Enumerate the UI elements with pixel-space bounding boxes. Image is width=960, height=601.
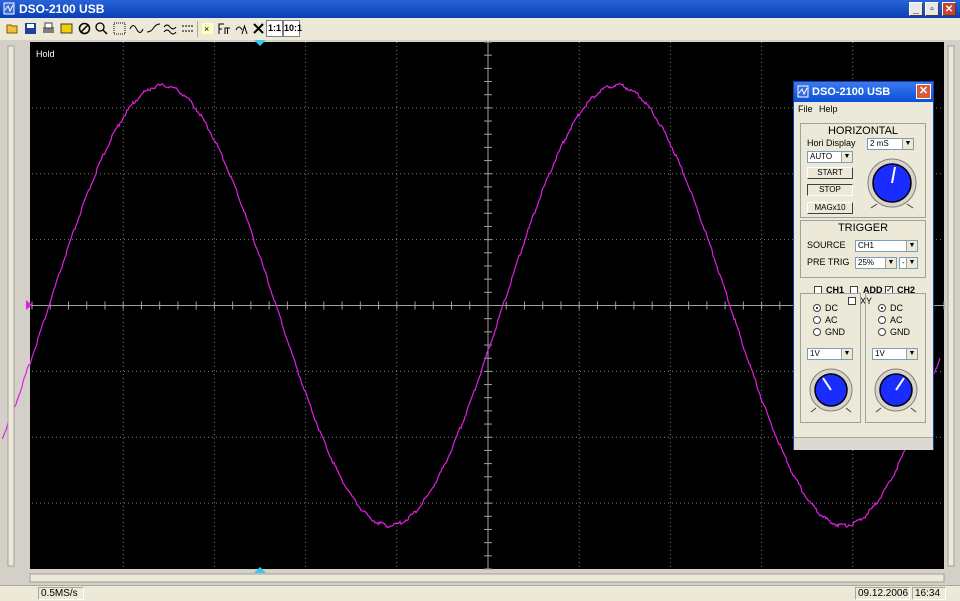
close-button[interactable]: ✕ xyxy=(942,2,956,16)
chevron-down-icon: ▼ xyxy=(841,349,852,359)
ch1-group: DC AC GND 1V ▼ xyxy=(800,293,861,423)
stop-button[interactable]: STOP xyxy=(807,184,853,196)
ch2-volts-select[interactable]: 1V ▼ xyxy=(872,348,918,360)
title-bar: DSO-2100 USB _ ▫ ✕ xyxy=(0,0,960,18)
trigger-group: TRIGGER SOURCE CH1 ▼ PRE TRIG 25% ▼ - ▼ xyxy=(800,220,926,278)
save-icon[interactable] xyxy=(22,20,39,37)
chevron-down-icon: ▼ xyxy=(902,139,913,149)
panel-menu-bar: File Help xyxy=(794,102,933,116)
sample-rate: 0.5MS/s xyxy=(38,587,84,600)
control-panel[interactable]: DSO-2100 USB ✕ File Help HORIZONTAL Hori… xyxy=(793,81,934,450)
trigger-source-select[interactable]: CH1 ▼ xyxy=(855,240,918,252)
ch2-gnd-label: GND xyxy=(890,327,910,337)
ch1-ac-label: AC xyxy=(825,315,838,325)
status-time: 16:34 xyxy=(912,587,946,600)
panel-title: DSO-2100 USB xyxy=(812,86,891,98)
pretrig-label: PRE TRIG xyxy=(807,257,850,267)
svg-text:×: × xyxy=(204,24,209,34)
status-date: 09.12.2006 xyxy=(855,587,910,600)
menu-help[interactable]: Help xyxy=(819,104,838,114)
hori-mode-select[interactable]: AUTO ▼ xyxy=(807,151,853,163)
toolbar: × 1:1 10:1 xyxy=(0,18,960,41)
left-scroll-rail[interactable] xyxy=(7,45,15,567)
timebase-knob[interactable] xyxy=(865,156,919,210)
cursor-icon[interactable] xyxy=(179,20,196,37)
ch1-volts-knob[interactable] xyxy=(807,366,855,414)
hold-label: Hold xyxy=(36,49,55,59)
chevron-down-icon: ▼ xyxy=(885,258,896,268)
ch1-dc-label: DC xyxy=(825,303,838,313)
status-bar: 0.5MS/s 09.12.2006 16:34 xyxy=(0,585,960,601)
source-label: SOURCE xyxy=(807,240,846,250)
bottom-scroll-rail[interactable] xyxy=(29,573,945,583)
horizontal-group: HORIZONTAL Hori Display 2 mS ▼ AUTO ▼ STAR… xyxy=(800,123,926,218)
ch2-dc-radio[interactable] xyxy=(878,304,886,312)
horizontal-title: HORIZONTAL xyxy=(827,125,899,137)
chevron-down-icon: ▼ xyxy=(906,241,917,251)
ch1-volts-select[interactable]: 1V ▼ xyxy=(807,348,853,360)
hori-display-label: Hori Display xyxy=(807,138,856,148)
measure-icon[interactable]: × xyxy=(199,20,216,37)
minimize-button[interactable]: _ xyxy=(909,2,923,16)
probe-1x-button[interactable]: 1:1 xyxy=(266,20,283,37)
stop-icon[interactable] xyxy=(76,20,93,37)
panel-title-bar[interactable]: DSO-2100 USB ✕ xyxy=(794,82,933,102)
start-button[interactable]: START xyxy=(807,167,853,179)
probe-10x-button[interactable]: 10:1 xyxy=(283,20,302,37)
app-icon xyxy=(797,85,809,98)
ch1-ac-radio[interactable] xyxy=(813,316,821,324)
app-icon xyxy=(3,2,15,15)
chevron-down-icon: ▼ xyxy=(841,152,852,162)
chevron-down-icon: ▼ xyxy=(906,258,917,268)
trigger-title: TRIGGER xyxy=(837,222,889,234)
timebase-select[interactable]: 2 mS ▼ xyxy=(867,138,914,150)
open-icon[interactable] xyxy=(4,20,21,37)
chevron-down-icon: ▼ xyxy=(906,349,917,359)
print-icon[interactable] xyxy=(40,20,57,37)
ch2-ac-label: AC xyxy=(890,315,903,325)
auto-set-icon[interactable] xyxy=(233,20,250,37)
ref-sine-icon[interactable] xyxy=(145,20,162,37)
ch2-group: DC AC GND 1V ▼ xyxy=(865,293,926,423)
mag-button[interactable]: MAGx10 xyxy=(807,202,853,214)
ch2-volts-knob[interactable] xyxy=(872,366,920,414)
ch1-gnd-radio[interactable] xyxy=(813,328,821,336)
panel-close-button[interactable]: ✕ xyxy=(916,84,931,99)
grid-icon[interactable] xyxy=(111,20,128,37)
fft-icon[interactable] xyxy=(216,20,233,37)
sine-icon[interactable] xyxy=(128,20,145,37)
right-scroll-rail[interactable] xyxy=(947,45,955,567)
ch1-gnd-label: GND xyxy=(825,327,845,337)
ch2-ac-radio[interactable] xyxy=(878,316,886,324)
trigger-slope-select[interactable]: - ▼ xyxy=(899,257,918,269)
zoom-icon[interactable] xyxy=(93,20,110,37)
maximize-button[interactable]: ▫ xyxy=(925,2,939,16)
pretrig-select[interactable]: 25% ▼ xyxy=(855,257,897,269)
ch1-dc-radio[interactable] xyxy=(813,304,821,312)
ch2-dc-label: DC xyxy=(890,303,903,313)
ch2-gnd-radio[interactable] xyxy=(878,328,886,336)
export-icon[interactable] xyxy=(58,20,75,37)
window-title: DSO-2100 USB xyxy=(19,2,105,16)
math-icon[interactable] xyxy=(162,20,179,37)
xy-icon[interactable] xyxy=(250,20,267,37)
menu-file[interactable]: File xyxy=(798,104,813,114)
